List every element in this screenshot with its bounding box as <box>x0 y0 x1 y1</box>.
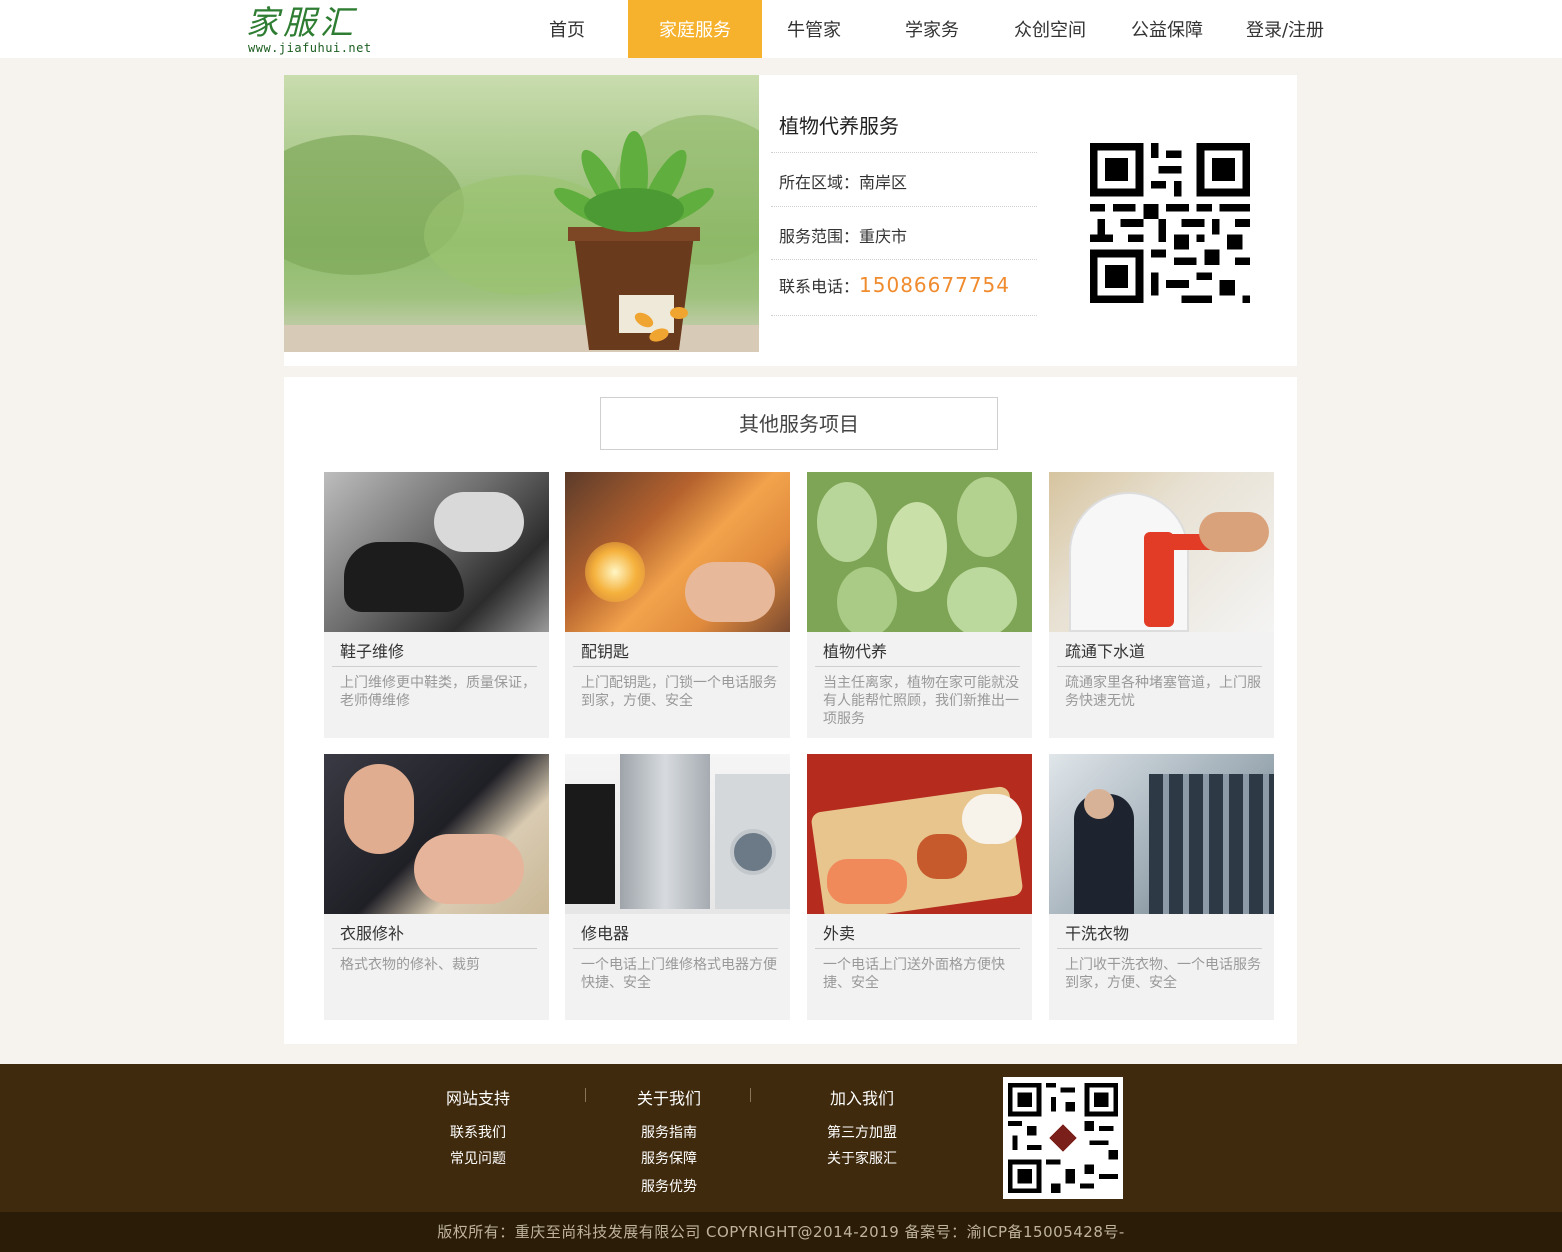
service-card-desc: 一个电话上门维修格式电器方便快捷、安全 <box>581 957 777 991</box>
service-card-desc: 疏通家里各种堵塞管道，上门服务快速无忧 <box>1065 675 1261 709</box>
footer-qr-code <box>1003 1077 1123 1199</box>
service-card-shoe-repair[interactable]: 鞋子维修 上门维修更中鞋类，质量保证，老师傅维修 <box>324 472 549 738</box>
scope-value: 重庆市 <box>859 227 908 246</box>
footer-col-join-title: 加入我们 <box>829 1089 894 1108</box>
clothes-mending-image <box>324 754 549 914</box>
service-card-name: 疏通下水道 <box>1057 639 1262 667</box>
shoe-repair-image <box>324 472 549 632</box>
service-card-name: 配钥匙 <box>573 639 778 667</box>
service-card-desc: 一个电话上门送外面格方便快捷、安全 <box>823 957 1005 991</box>
other-services-title: 其他服务项目 <box>600 397 998 450</box>
service-card-plant-care[interactable]: 植物代养 当主任离家，植物在家可能就没有人能帮忙照顾，我们新推出一项服务 <box>807 472 1032 738</box>
service-card-name: 干洗衣物 <box>1057 921 1262 949</box>
nav-home[interactable]: 首页 <box>528 0 606 58</box>
footer-separator <box>750 1088 751 1102</box>
footer-col-support-title: 网站支持 <box>445 1089 510 1108</box>
scope-row: 服务范围：重庆市 <box>771 206 1037 260</box>
other-services-section: 其他服务项目 鞋子维修 上门维修更中鞋类，质量保证，老师傅维修 配钥匙 上门配钥… <box>284 377 1297 1044</box>
area-row: 所在区域：南岸区 <box>771 152 1037 206</box>
footer-link-advantages[interactable]: 服务优势 <box>599 1176 739 1196</box>
service-card-name: 植物代养 <box>815 639 1020 667</box>
service-title: 植物代养服务 <box>779 114 899 138</box>
phone-label: 联系电话： <box>779 277 860 296</box>
nav-home-services[interactable]: 家庭服务 <box>628 0 762 58</box>
service-card-dry-cleaning[interactable]: 干洗衣物 上门收干洗衣物、一个电话服务到家，方便、安全 <box>1049 754 1274 1020</box>
service-card-desc: 上门维修更中鞋类，质量保证，老师傅维修 <box>340 675 536 709</box>
takeout-image <box>807 754 1032 914</box>
key-cutting-image <box>565 472 790 632</box>
footer-link-faq[interactable]: 常见问题 <box>408 1148 548 1168</box>
service-card-desc: 当主任离家，植物在家可能就没有人能帮忙照顾，我们新推出一项服务 <box>823 675 1019 727</box>
nav-login-register[interactable]: 登录/注册 <box>1235 0 1335 58</box>
site-logo[interactable]: 家服汇 www.jiafuhui.net <box>246 4 376 56</box>
service-card-appliance-repair[interactable]: 修电器 一个电话上门维修格式电器方便快捷、安全 <box>565 754 790 1020</box>
service-card-clothes-mending[interactable]: 衣服修补 格式衣物的修补、裁剪 <box>324 754 549 1020</box>
area-label: 所在区域： <box>779 173 860 192</box>
service-card-takeout[interactable]: 外卖 一个电话上门送外面格方便快捷、安全 <box>807 754 1032 1020</box>
service-photo <box>284 75 759 352</box>
footer-link-contact[interactable]: 联系我们 <box>408 1122 548 1142</box>
dry-cleaning-image <box>1049 754 1274 914</box>
service-card-key-cutting[interactable]: 配钥匙 上门配钥匙，门锁一个电话服务到家，方便、安全 <box>565 472 790 738</box>
service-card-drain-unclog[interactable]: 疏通下水道 疏通家里各种堵塞管道，上门服务快速无忧 <box>1049 472 1274 738</box>
drain-unclog-image <box>1049 472 1274 632</box>
site-footer: 网站支持 关于我们 加入我们 联系我们 常见问题 服务指南 服务保障 服务优势 … <box>0 1064 1562 1212</box>
logo-url: www.jiafuhui.net <box>248 41 372 55</box>
nav-butler[interactable]: 牛管家 <box>774 0 854 58</box>
footer-col-about-title: 关于我们 <box>636 1089 701 1108</box>
phone-value[interactable]: 15086677754 <box>859 273 1010 297</box>
area-value: 南岸区 <box>859 173 908 192</box>
scope-label: 服务范围： <box>779 227 860 246</box>
footer-separator <box>585 1088 586 1102</box>
service-card-desc: 格式衣物的修补、裁剪 <box>340 957 480 973</box>
nav-charity[interactable]: 公益保障 <box>1122 0 1212 58</box>
service-card-name: 鞋子维修 <box>332 639 537 667</box>
phone-row: 联系电话：15086677754 <box>771 259 1037 316</box>
qr-code <box>1090 143 1250 303</box>
nav-learn-housework[interactable]: 学家务 <box>892 0 972 58</box>
service-card-name: 外卖 <box>815 921 1020 949</box>
plant-care-image <box>807 472 1032 632</box>
footer-link-guide[interactable]: 服务指南 <box>599 1122 739 1142</box>
footer-link-about-brand[interactable]: 关于家服汇 <box>792 1148 932 1168</box>
service-card-name: 衣服修补 <box>332 921 537 949</box>
nav-co-space[interactable]: 众创空间 <box>1005 0 1095 58</box>
footer-link-guarantee[interactable]: 服务保障 <box>599 1148 739 1168</box>
logo-text: 家服汇 <box>246 3 357 42</box>
service-card-desc: 上门配钥匙，门锁一个电话服务到家，方便、安全 <box>581 675 777 709</box>
copyright-bar: 版权所有：重庆至尚科技发展有限公司 COPYRIGHT@2014-2019 备案… <box>0 1212 1562 1252</box>
site-header: 家服汇 www.jiafuhui.net 首页 家庭服务 牛管家 学家务 众创空… <box>0 0 1562 58</box>
appliance-repair-image <box>565 754 790 914</box>
footer-link-franchise[interactable]: 第三方加盟 <box>792 1122 932 1142</box>
service-card-name: 修电器 <box>573 921 778 949</box>
service-detail-panel: 植物代养服务 所在区域：南岸区 服务范围：重庆市 联系电话：1508667775… <box>284 75 1297 366</box>
service-card-desc: 上门收干洗衣物、一个电话服务到家，方便、安全 <box>1065 957 1261 991</box>
